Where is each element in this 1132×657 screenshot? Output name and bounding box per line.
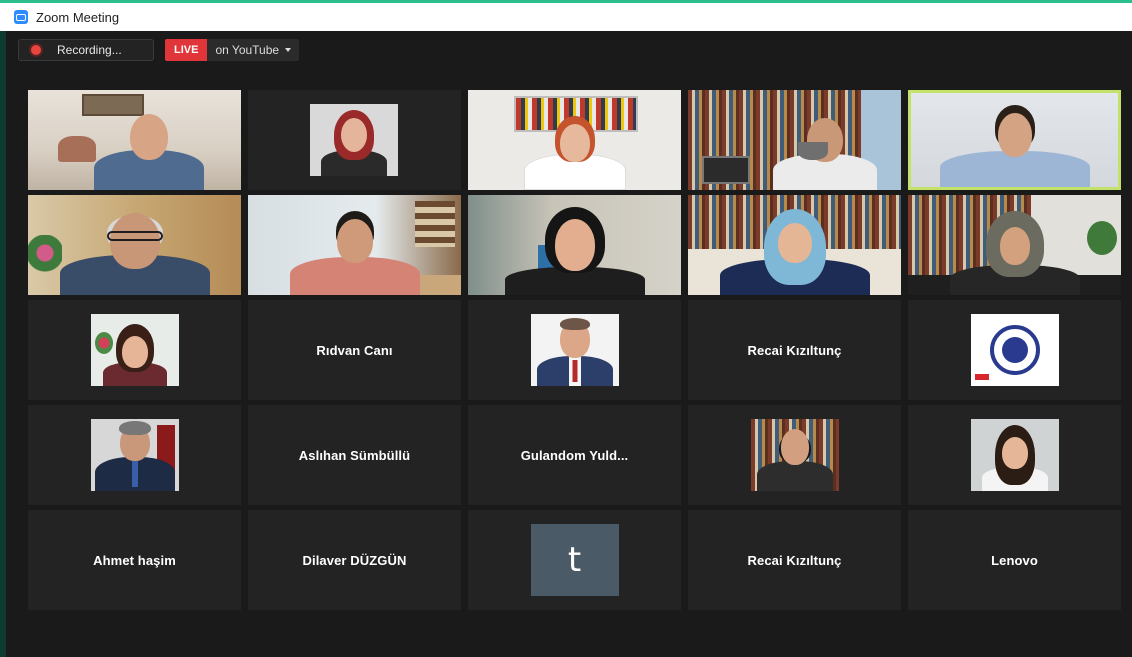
participant-tile-11[interactable] <box>28 300 241 400</box>
participant-tile-5-active-speaker[interactable] <box>908 90 1121 190</box>
participant-tile-16[interactable] <box>28 405 241 505</box>
participant-tile-24[interactable]: Recai Kızıltunç <box>688 510 901 610</box>
participant-name: Ahmet haşim <box>93 552 176 568</box>
participant-video <box>468 90 681 190</box>
participant-name: Aslıhan Sümbüllü <box>298 447 411 463</box>
participant-tile-8[interactable] <box>468 195 681 295</box>
participant-tile-19[interactable] <box>688 405 901 505</box>
university-seal-icon <box>989 325 1040 375</box>
gallery-grid: Rıdvan Canı Recai Kızıltunç Aslıhan Sümb… <box>28 90 1121 610</box>
participant-name: Gulandom Yuld... <box>520 447 629 463</box>
participant-tile-20[interactable] <box>908 405 1121 505</box>
profile-photo <box>530 314 619 386</box>
participant-initial-avatar: t <box>530 524 619 596</box>
participant-tile-3[interactable] <box>468 90 681 190</box>
participant-tile-18[interactable]: Gulandom Yuld... <box>468 405 681 505</box>
participant-initial: t <box>567 540 582 580</box>
participant-tile-23[interactable]: t <box>468 510 681 610</box>
profile-photo <box>970 419 1059 491</box>
participant-video <box>911 93 1118 187</box>
participant-tile-14[interactable]: Recai Kızıltunç <box>688 300 901 400</box>
live-stream-control[interactable]: LIVE on YouTube <box>165 39 300 61</box>
participant-tile-13[interactable] <box>468 300 681 400</box>
university-logo <box>970 314 1059 386</box>
participant-video <box>468 195 681 295</box>
chevron-down-icon <box>285 48 292 52</box>
participant-video <box>248 195 461 295</box>
participant-name: Recai Kızıltunç <box>747 342 842 358</box>
participant-video <box>28 90 241 190</box>
participant-name: Lenovo <box>991 552 1038 568</box>
recording-label: Recording... <box>57 43 122 57</box>
zoom-app-icon <box>14 10 28 24</box>
stream-destination-dropdown[interactable]: on YouTube <box>207 39 300 61</box>
live-badge: LIVE <box>165 39 208 61</box>
participant-tile-15[interactable] <box>908 300 1121 400</box>
meeting-area: Recording... LIVE on YouTube Rıdvan Canı… <box>6 31 1132 657</box>
profile-photo <box>750 419 839 491</box>
logo-red-mark <box>974 374 989 380</box>
participant-tile-25[interactable]: Lenovo <box>908 510 1121 610</box>
participant-name: Recai Kızıltunç <box>747 552 842 568</box>
participant-video <box>28 195 241 295</box>
participant-video <box>688 195 901 295</box>
profile-photo <box>90 419 179 491</box>
participant-tile-9[interactable] <box>688 195 901 295</box>
participant-video <box>908 195 1121 295</box>
participant-tile-12[interactable]: Rıdvan Canı <box>248 300 461 400</box>
participant-tile-6[interactable] <box>28 195 241 295</box>
participant-tile-4[interactable] <box>688 90 901 190</box>
participant-tile-10[interactable] <box>908 195 1121 295</box>
title-bar: Zoom Meeting <box>0 0 1132 31</box>
stream-destination-label: on YouTube <box>215 43 280 57</box>
recording-indicator[interactable]: Recording... <box>18 39 154 61</box>
record-icon <box>31 45 41 55</box>
participant-video <box>688 90 901 190</box>
participant-tile-1[interactable] <box>28 90 241 190</box>
participant-tile-7[interactable] <box>248 195 461 295</box>
participant-tile-17[interactable]: Aslıhan Sümbüllü <box>248 405 461 505</box>
participant-name: Rıdvan Canı <box>316 342 393 358</box>
participant-video <box>248 90 461 190</box>
window-title: Zoom Meeting <box>36 9 120 25</box>
participant-name: Dilaver DÜZGÜN <box>302 552 407 568</box>
participant-tile-22[interactable]: Dilaver DÜZGÜN <box>248 510 461 610</box>
participant-tile-2[interactable] <box>248 90 461 190</box>
profile-photo <box>90 314 179 386</box>
participant-tile-21[interactable]: Ahmet haşim <box>28 510 241 610</box>
